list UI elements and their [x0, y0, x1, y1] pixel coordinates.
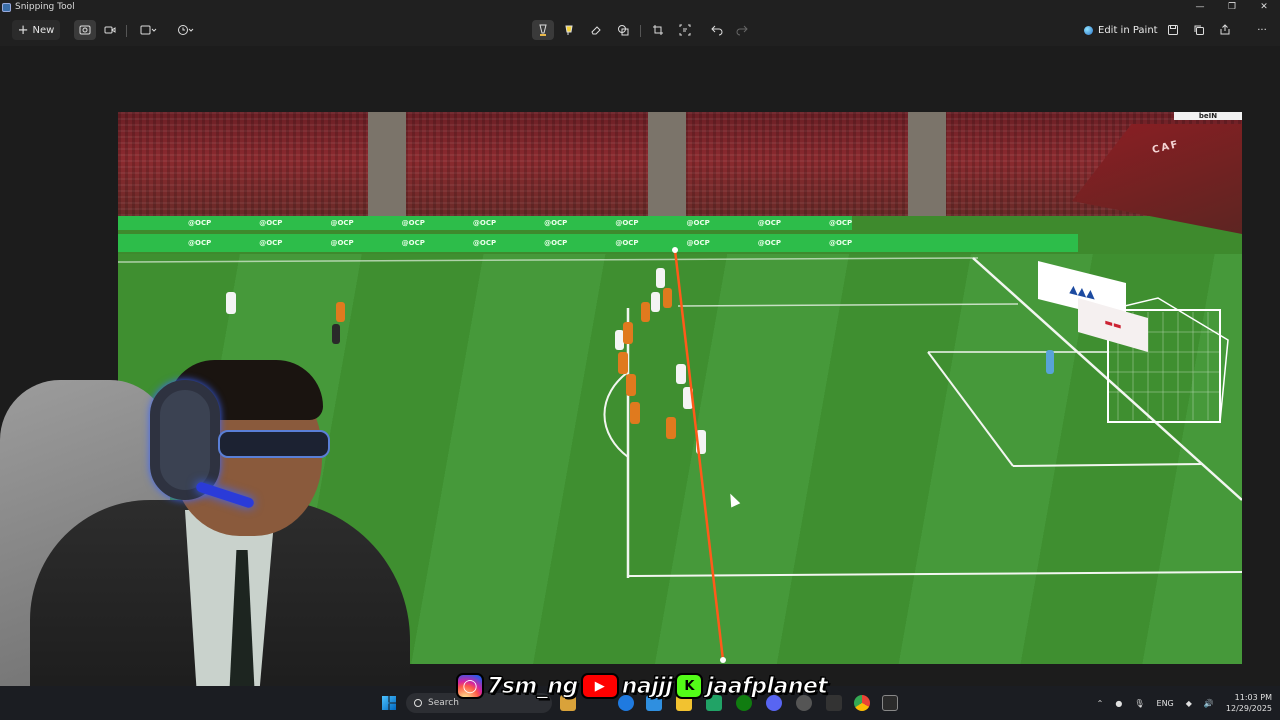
sunglasses [218, 430, 330, 458]
kick-icon: K [675, 673, 704, 699]
windows-start-icon[interactable] [382, 696, 396, 710]
shapes-icon [618, 25, 629, 36]
text-actions-tool[interactable] [674, 20, 696, 40]
undo-icon [711, 25, 723, 36]
clock[interactable]: 11:03 PM 12/29/2025 [1226, 692, 1272, 714]
new-button-label: New [32, 24, 55, 36]
copy-button[interactable] [1188, 20, 1210, 40]
pen-tool[interactable] [532, 20, 554, 40]
save-button[interactable] [1162, 20, 1184, 40]
eraser-tool[interactable] [585, 20, 607, 40]
save-icon [1168, 25, 1178, 35]
offside-annotation-line [673, 249, 725, 661]
timer-icon [178, 25, 194, 35]
youtube-icon: ▶ [580, 673, 619, 699]
rectangle-icon [140, 25, 157, 35]
copy-icon [1194, 25, 1204, 35]
search-icon [414, 699, 422, 707]
instagram-icon: ◯ [456, 673, 484, 699]
screenshot-icon [79, 25, 91, 35]
edit-in-paint-button[interactable]: Edit in Paint [1084, 20, 1158, 40]
window-title: Snipping Tool [15, 2, 75, 12]
headset-icon [150, 380, 220, 500]
share-button[interactable] [1214, 20, 1236, 40]
delay-dropdown[interactable] [172, 20, 200, 40]
pen-icon [539, 24, 547, 36]
language-indicator[interactable]: ENG [1157, 699, 1174, 708]
snip-shape-dropdown[interactable] [135, 20, 163, 40]
window-controls: — ❐ ✕ [1184, 0, 1280, 14]
microphone-tray-icon[interactable]: 🎙 [1134, 699, 1144, 708]
undo-button[interactable] [706, 20, 728, 40]
highlighter-tool[interactable] [558, 20, 580, 40]
close-button[interactable]: ✕ [1248, 0, 1280, 14]
share-icon [1220, 24, 1230, 35]
social-handles-overlay: ◯ 7sm_ng ▶ najjj K jaafplanet [456, 670, 829, 702]
video-icon [104, 26, 116, 34]
kick-handle: jaafplanet [706, 673, 829, 699]
more-icon: ··· [1257, 24, 1267, 36]
restore-button[interactable]: ❐ [1216, 0, 1248, 14]
clock-date: 12/29/2025 [1225, 704, 1272, 713]
snipping-tool-icon [2, 2, 11, 12]
webcam-overlay [0, 360, 410, 720]
toolbar-divider [640, 25, 641, 37]
minimize-button[interactable]: — [1184, 0, 1216, 14]
chevron-up-icon[interactable]: ⌃ [1097, 699, 1104, 708]
crop-tool[interactable] [647, 20, 669, 40]
snipping-tool-taskbar-icon[interactable] [882, 695, 898, 711]
paint-icon [1084, 25, 1093, 35]
system-tray: ⌃ ● 🎙 ENG ◆ 🔊 11:03 PM 12/29/2025 [1097, 686, 1272, 720]
redo-button[interactable] [731, 20, 753, 40]
highlighter-icon [565, 25, 573, 35]
instagram-handle: 7sm_ng [487, 673, 579, 699]
shapes-tool[interactable] [612, 20, 634, 40]
edit-in-paint-label: Edit in Paint [1098, 24, 1158, 36]
toolbar-divider [126, 25, 127, 37]
search-placeholder: Search [428, 698, 459, 708]
title-bar: Snipping Tool — ❐ ✕ [0, 0, 1280, 14]
video-mode-button[interactable] [99, 20, 121, 40]
chrome-icon[interactable] [854, 695, 870, 711]
volume-icon[interactable]: 🔊 [1204, 699, 1214, 708]
clock-time: 11:03 PM [1234, 693, 1272, 702]
new-button[interactable]: + New [12, 20, 60, 40]
wifi-icon[interactable]: ◆ [1186, 699, 1192, 708]
plus-icon: + [17, 22, 29, 38]
network-icon[interactable]: ● [1115, 699, 1122, 708]
youtube-handle: najjj [621, 673, 673, 699]
redo-icon [736, 25, 748, 36]
more-options-button[interactable]: ··· [1251, 20, 1273, 40]
toolbar: + New Edit in Paint ··· [0, 14, 1280, 46]
crop-icon [653, 25, 663, 35]
text-actions-icon [679, 24, 691, 36]
eraser-icon [591, 26, 601, 35]
screenshot-mode-button[interactable] [74, 20, 96, 40]
app-icon[interactable] [826, 695, 842, 711]
